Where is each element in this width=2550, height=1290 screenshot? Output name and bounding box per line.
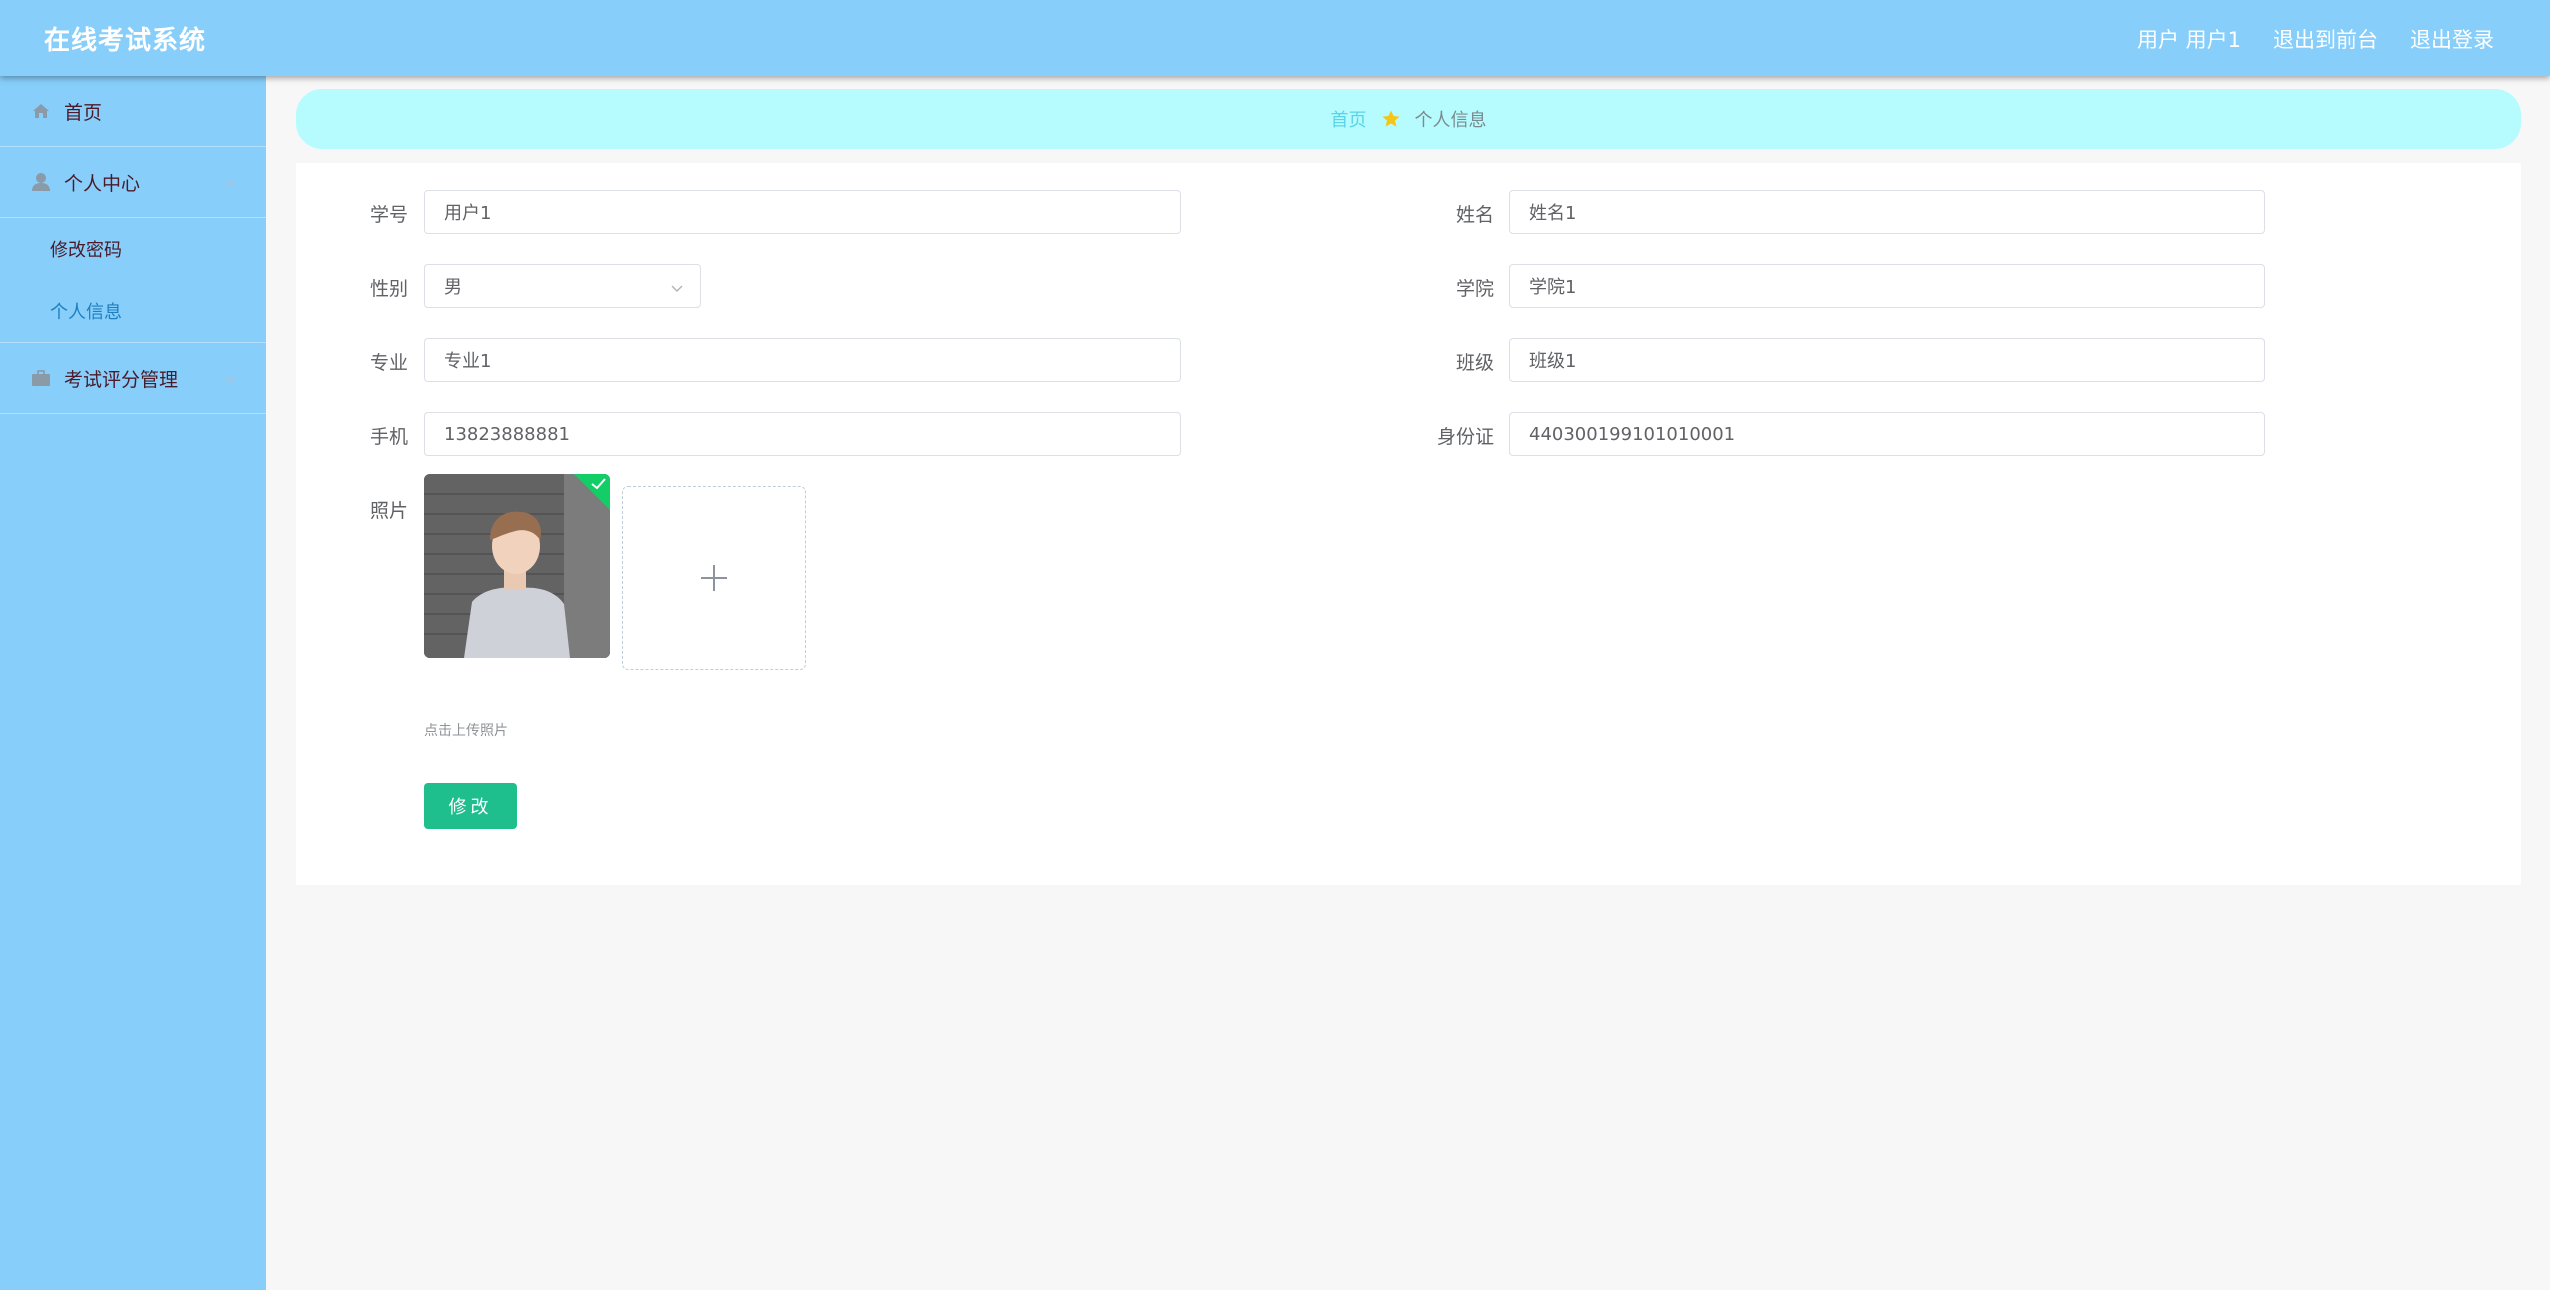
header-actions: 用户 用户1 退出到前台 退出登录 [2137,24,2494,54]
top-header: 在线考试系统 用户 用户1 退出到前台 退出登录 [0,0,2550,76]
class-label: 班级 [1455,352,1494,374]
class-input[interactable]: 班级1 [1509,338,2265,382]
sidebar-item-exam-grading[interactable]: 考试评分管理 [0,343,266,414]
breadcrumb-home-link[interactable]: 首页 [1331,106,1367,132]
sidebar-item-personal-center[interactable]: 个人中心 [0,147,266,218]
college-label: 学院 [1455,278,1494,300]
star-icon [1381,109,1401,129]
id-card-label: 身份证 [1436,426,1494,448]
sidebar-item-home[interactable]: 首页 [0,76,266,147]
upload-photo-button[interactable] [622,486,806,670]
chevron-down-icon [670,279,684,293]
user-icon [30,171,52,193]
name-label: 姓名 [1455,204,1494,226]
photo-label: 照片 [369,500,408,522]
student-no-label: 学号 [369,204,408,226]
back-to-front-link[interactable]: 退出到前台 [2273,24,2378,54]
personal-info-form: 学号 用户1 姓名 姓名1 性别 男 学院 学院1 专业 专业1 班级 班级1 … [296,163,2521,885]
name-input[interactable]: 姓名1 [1509,190,2265,234]
id-card-input[interactable]: 440300199101010001 [1509,412,2265,456]
sidebar-item-change-password[interactable]: 修改密码 [0,218,266,280]
plus-icon [701,565,727,591]
gender-label: 性别 [369,278,408,300]
briefcase-icon [30,367,52,389]
college-input[interactable]: 学院1 [1509,264,2265,308]
submit-button[interactable]: 修改 [424,783,517,829]
major-input[interactable]: 专业1 [424,338,1181,382]
phone-input[interactable]: 13823888881 [424,412,1181,456]
sidebar-item-label: 考试评分管理 [64,368,179,391]
upload-tip: 点击上传照片 [424,723,508,739]
chevron-up-icon [224,173,238,187]
phone-label: 手机 [369,426,408,448]
sidebar-item-label: 首页 [64,101,103,124]
app-title: 在线考试系统 [44,26,207,56]
upload-success-check-icon [574,474,610,510]
breadcrumb-current: 个人信息 [1414,110,1487,131]
student-no-input[interactable]: 用户1 [424,190,1181,234]
gender-select-value: 男 [444,277,462,298]
logout-link[interactable]: 退出登录 [2410,24,2494,54]
home-icon [30,100,52,122]
sidebar-item-label: 个人中心 [64,172,141,195]
major-label: 专业 [369,352,408,374]
chevron-down-icon [224,369,238,384]
sidebar-item-personal-info[interactable]: 个人信息 [0,280,266,342]
sidebar: 首页 个人中心 修改密码 个人信息 考试评分管理 [0,76,266,1290]
uploaded-photo-thumbnail[interactable] [424,474,610,658]
current-user-label[interactable]: 用户 用户1 [2137,24,2241,54]
personal-center-submenu: 修改密码 个人信息 [0,218,266,343]
breadcrumb: 首页 个人信息 [296,89,2521,149]
gender-select[interactable]: 男 [424,264,701,308]
